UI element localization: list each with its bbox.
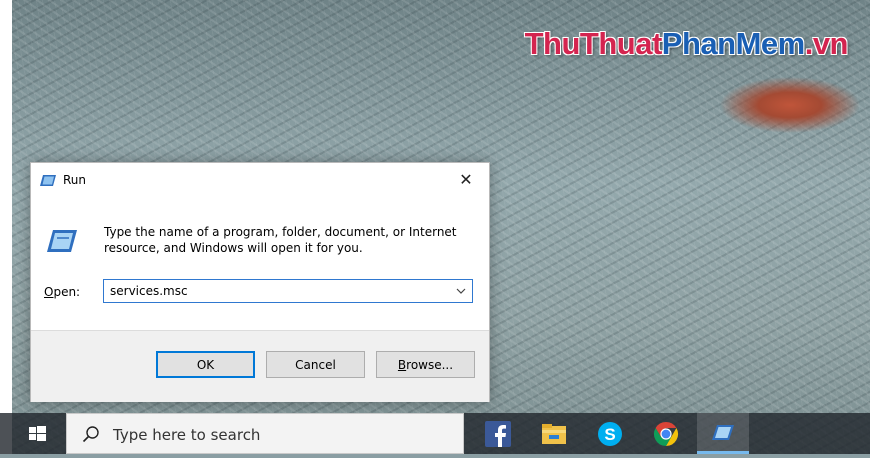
watermark-part-3: .vn: [804, 26, 849, 61]
taskbar-chrome[interactable]: [643, 413, 689, 454]
run-titlebar[interactable]: Run ✕: [31, 163, 489, 199]
watermark-part-1: ThuThuat: [524, 26, 663, 61]
cancel-button[interactable]: Cancel: [266, 351, 365, 378]
taskbar-skype[interactable]: S: [587, 413, 633, 454]
taskbar: Type here to search S: [0, 413, 870, 454]
dialog-description: Type the name of a program, folder, docu…: [104, 225, 457, 255]
browse-button[interactable]: Browse...: [376, 351, 475, 378]
taskbar-search-box[interactable]: Type here to search: [66, 413, 464, 454]
chevron-down-icon[interactable]: [454, 283, 468, 299]
search-icon: [82, 426, 99, 443]
facebook-icon: [485, 420, 511, 447]
run-icon: [712, 424, 734, 440]
watermark-part-2: PhanMem: [661, 26, 805, 61]
start-button[interactable]: [14, 413, 62, 454]
open-label: Open:: [44, 285, 81, 299]
open-label-rest: pen:: [53, 285, 81, 299]
run-large-icon: [47, 230, 77, 252]
open-combobox[interactable]: services.msc: [103, 279, 473, 303]
dialog-footer: OK Cancel Browse...: [31, 330, 489, 402]
left-edge: [0, 0, 12, 454]
browse-label-rest: rowse...: [406, 357, 454, 372]
close-button[interactable]: ✕: [443, 163, 489, 195]
ok-button[interactable]: OK: [156, 351, 255, 378]
run-app-icon: [40, 175, 56, 186]
taskbar-run[interactable]: [697, 413, 749, 454]
search-placeholder: Type here to search: [113, 426, 261, 444]
open-input[interactable]: services.msc: [110, 284, 188, 298]
svg-text:S: S: [604, 425, 615, 444]
watermark-logo: ThuThuatPhanMem.vn: [524, 26, 849, 62]
chrome-icon: [653, 421, 679, 446]
run-dialog: Run ✕ Type the name of a program, folder…: [30, 162, 490, 402]
windows-logo-icon: [29, 426, 46, 441]
taskbar-facebook[interactable]: [475, 413, 521, 454]
close-icon: ✕: [459, 169, 473, 189]
taskbar-file-explorer[interactable]: [531, 413, 577, 454]
dialog-title: Run: [63, 173, 87, 187]
file-explorer-icon: [542, 423, 566, 444]
skype-icon: S: [598, 421, 622, 446]
